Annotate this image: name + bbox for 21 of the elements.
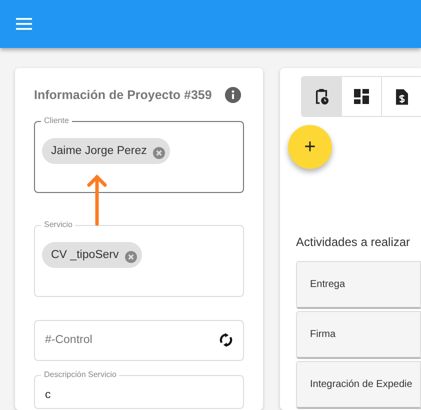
activities-heading: Actividades a realizar: [296, 234, 412, 251]
remove-icon[interactable]: [152, 145, 165, 158]
project-title: Información de Proyecto #359: [34, 87, 212, 104]
chip[interactable]: CV _tipoServ: [42, 242, 142, 268]
add-button[interactable]: +: [288, 125, 332, 169]
remove-icon[interactable]: [124, 249, 137, 262]
dashboard-icon: [354, 89, 369, 104]
activity-panel[interactable]: Firma: [296, 311, 421, 359]
menu-icon[interactable]: [16, 18, 32, 30]
clipboard-clock-icon: [314, 88, 329, 105]
chip[interactable]: Jaime Jorge Perez: [42, 138, 170, 164]
arrow-drawing: [87, 174, 107, 226]
activity-panel[interactable]: Integración de Expedie: [296, 361, 421, 409]
activity-panel[interactable]: Entrega: [296, 261, 421, 309]
info-icon[interactable]: [225, 87, 241, 104]
tab[interactable]: [302, 77, 342, 116]
field-label: Descripción Servicio: [41, 368, 120, 381]
dollar-file-icon: [396, 88, 408, 104]
refresh-icon[interactable]: [219, 332, 233, 347]
control-field[interactable]: #-Control: [34, 320, 244, 361]
field-value: c: [45, 390, 52, 402]
